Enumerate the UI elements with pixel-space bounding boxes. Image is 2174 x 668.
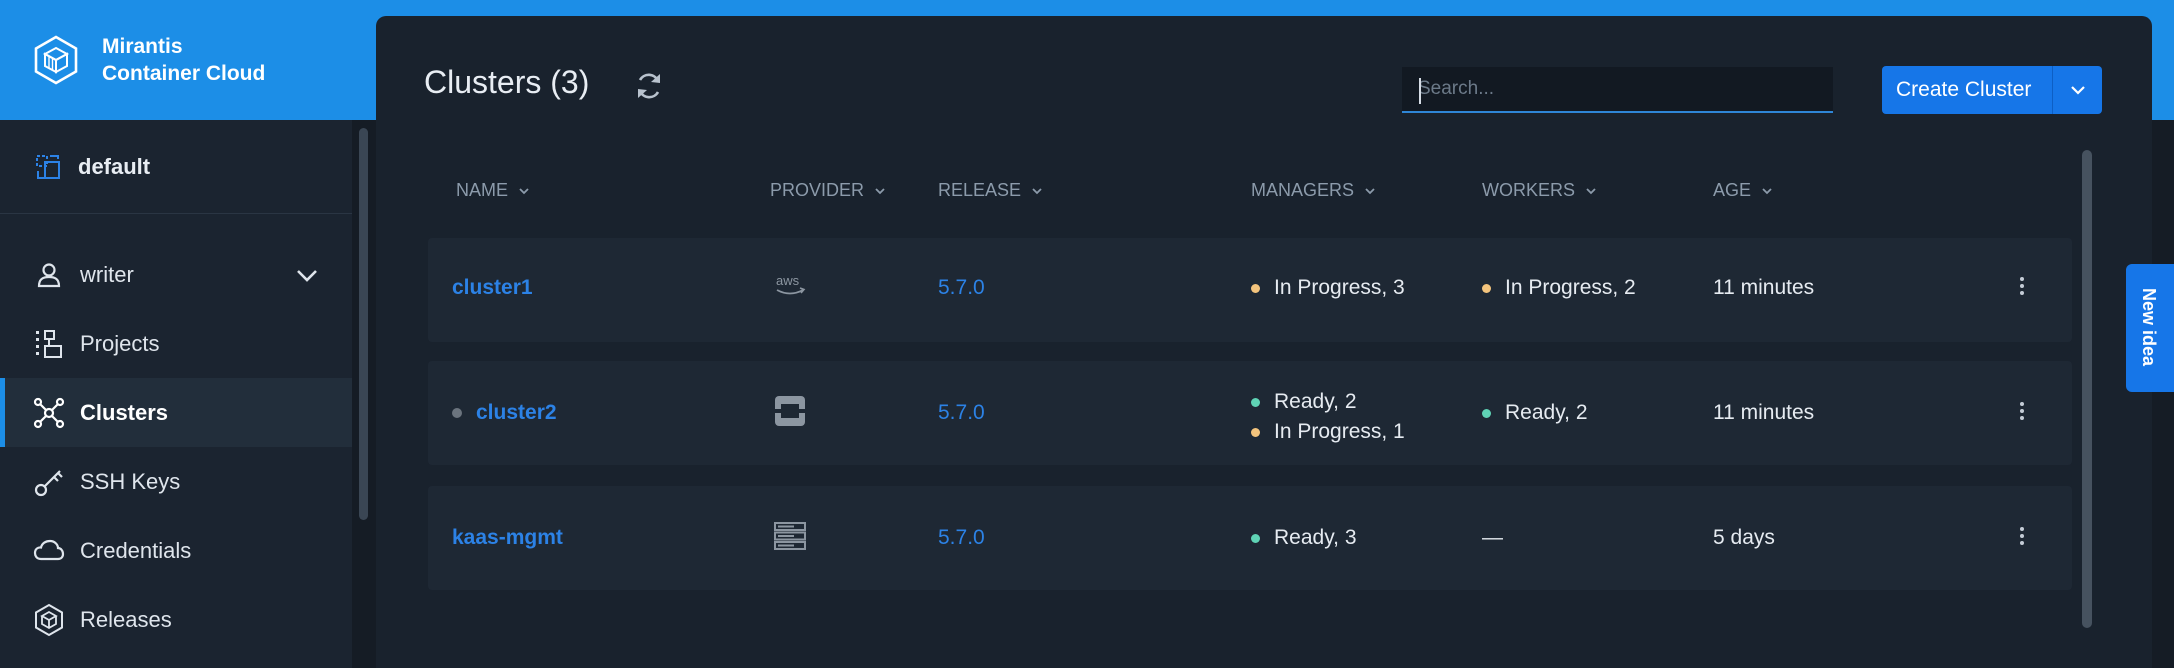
status-dot: [1251, 427, 1260, 437]
status-dot: [1482, 283, 1491, 293]
status-dot: [1251, 397, 1260, 407]
brand-line-1: Mirantis: [102, 35, 183, 58]
svg-text:aws: aws: [776, 273, 800, 288]
release-link[interactable]: 5.7.0: [938, 276, 985, 300]
table-scrollbar[interactable]: [2082, 150, 2092, 628]
column-header-provider[interactable]: PROVIDER: [770, 180, 886, 201]
workers-status: —: [1482, 526, 1503, 549]
workers-status: Ready, 2: [1482, 401, 1588, 425]
column-header-workers[interactable]: WORKERS: [1482, 180, 1597, 201]
user-icon: [32, 258, 66, 292]
cluster-name-cell: cluster2: [452, 401, 557, 425]
new-idea-button[interactable]: New idea: [2126, 264, 2174, 392]
table-row[interactable]: cluster1 aws 5.7.0 In Progress, 3 In Pro…: [428, 238, 2072, 342]
sidebar-item-releases[interactable]: Releases: [0, 585, 352, 654]
brand[interactable]: Mirantis Container Cloud: [0, 0, 376, 120]
page-title: Clusters (3): [424, 64, 590, 100]
sidebar: default writer Projects Clusters SSH Key…: [0, 120, 352, 668]
sort-caret-icon: [1585, 185, 1597, 197]
projects-icon: [32, 327, 66, 361]
chevron-down-icon[interactable]: [2053, 66, 2102, 114]
package-icon: [32, 603, 66, 637]
managers-status: Ready, 2 In Progress, 1: [1251, 387, 1405, 447]
cluster-name-link[interactable]: kaas-mgmt: [452, 526, 563, 550]
sidebar-item-label: writer: [80, 261, 134, 287]
sidebar-item-ssh-keys[interactable]: SSH Keys: [0, 447, 352, 516]
cluster-name-link[interactable]: cluster2: [476, 401, 557, 425]
sidebar-item-label: Releases: [80, 606, 172, 632]
status-dot: [1482, 408, 1491, 418]
create-cluster-button[interactable]: Create Cluster: [1882, 66, 2102, 114]
column-header-managers[interactable]: MANAGERS: [1251, 180, 1376, 201]
search-input[interactable]: [1402, 67, 1833, 113]
table-row[interactable]: kaas-mgmt 5.7.0 Ready, 3 — 5 days: [428, 486, 2072, 590]
namespace-switch-icon: [34, 153, 62, 181]
status-dot: [1251, 283, 1260, 293]
key-icon: [32, 465, 66, 499]
release-link[interactable]: 5.7.0: [938, 401, 985, 425]
clusters-icon: [32, 396, 66, 430]
age-value: 5 days: [1713, 526, 1775, 549]
age-value: 11 minutes: [1713, 276, 1815, 299]
kebab-menu-icon[interactable]: [2017, 399, 2027, 423]
sidebar-item-label: SSH Keys: [80, 468, 181, 494]
column-header-name[interactable]: NAME: [456, 180, 530, 201]
main-panel: Clusters (3) Create Cluster NAME PROVIDE…: [376, 16, 2152, 668]
status-dot: [452, 408, 462, 418]
namespace-label: default: [78, 153, 151, 179]
sort-caret-icon: [1031, 185, 1043, 197]
chevron-down-icon[interactable]: [294, 262, 320, 288]
managers-status: In Progress, 3: [1251, 276, 1405, 300]
create-cluster-label: Create Cluster: [1896, 78, 2032, 101]
sort-caret-icon: [874, 185, 886, 197]
namespace-switcher[interactable]: default: [0, 120, 352, 214]
kebab-menu-icon[interactable]: [2017, 524, 2027, 548]
baremetal-server-icon: [774, 522, 806, 556]
openstack-icon: [774, 395, 806, 433]
refresh-icon[interactable]: [631, 68, 667, 104]
column-header-release[interactable]: RELEASE: [938, 180, 1043, 201]
sidebar-item-label: Credentials: [80, 537, 192, 563]
column-header-age[interactable]: AGE: [1713, 180, 1773, 201]
status-dot: [1251, 533, 1260, 543]
sidebar-item-writer[interactable]: writer: [0, 240, 352, 309]
active-indicator: [0, 378, 5, 447]
table-row[interactable]: cluster2 5.7.0 Ready, 2 In Progress, 1 R…: [428, 361, 2072, 465]
brand-line-2: Container Cloud: [102, 62, 266, 85]
sidebar-scrollbar[interactable]: [359, 128, 368, 520]
sort-caret-icon: [518, 185, 530, 197]
aws-icon: aws: [774, 272, 808, 304]
kebab-menu-icon[interactable]: [2017, 274, 2027, 298]
release-link[interactable]: 5.7.0: [938, 526, 985, 550]
sidebar-item-projects[interactable]: Projects: [0, 309, 352, 378]
managers-status: Ready, 3: [1251, 526, 1357, 550]
sidebar-item-credentials[interactable]: Credentials: [0, 516, 352, 585]
sidebar-item-label: Projects: [80, 330, 160, 356]
cube-stack-logo: [30, 34, 82, 86]
sort-caret-icon: [1761, 185, 1773, 197]
new-idea-label: New idea: [2139, 288, 2159, 367]
text-caret: [1419, 78, 1421, 104]
age-value: 11 minutes: [1713, 401, 1815, 424]
sidebar-item-clusters[interactable]: Clusters: [0, 378, 352, 447]
sort-caret-icon: [1364, 185, 1376, 197]
cloud-icon: [32, 534, 66, 568]
sidebar-item-label: Clusters: [80, 399, 169, 425]
cluster-name-link[interactable]: cluster1: [452, 276, 533, 300]
workers-status: In Progress, 2: [1482, 276, 1636, 300]
brand-name: Mirantis Container Cloud: [102, 33, 265, 87]
